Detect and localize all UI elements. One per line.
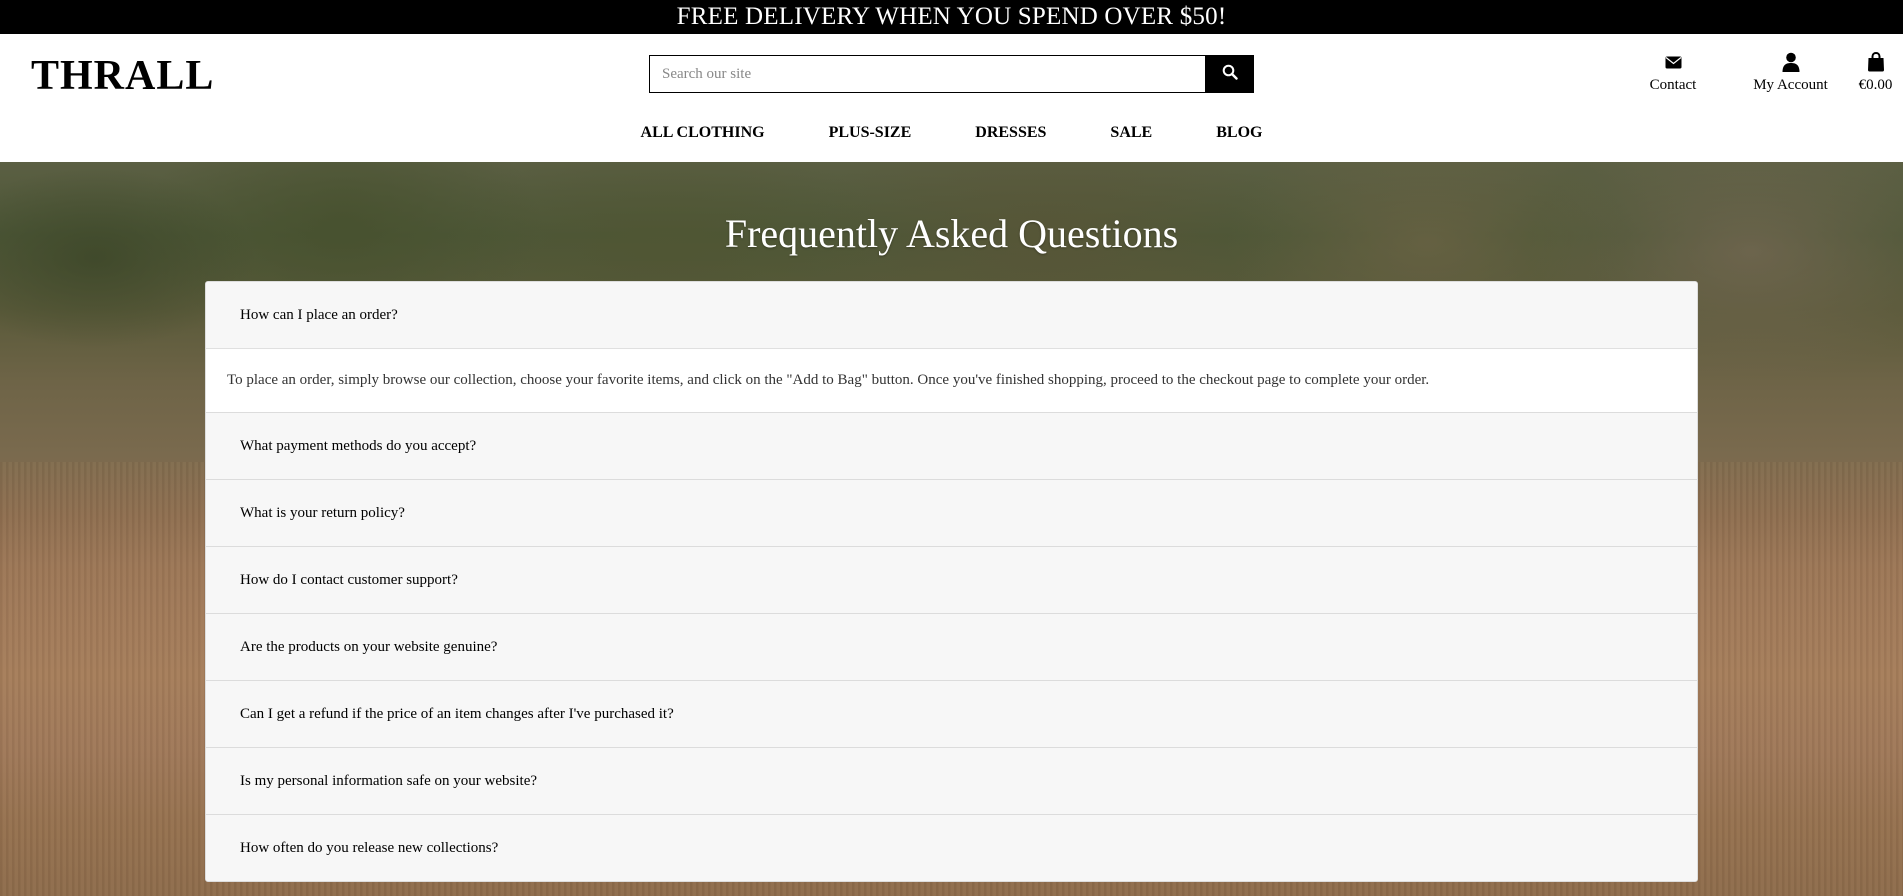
search-bar [649,55,1254,93]
user-icon [1782,51,1800,73]
faq-item: Are the products on your website genuine… [206,614,1697,681]
faq-item: What payment methods do you accept? [206,413,1697,480]
faq-item: How often do you release new collections… [206,815,1697,881]
faq-question[interactable]: Can I get a refund if the price of an it… [206,681,1697,747]
shopping-bag-icon [1867,51,1885,73]
envelope-icon [1665,51,1682,73]
nav-item-dresses[interactable]: DRESSES [943,124,1078,142]
nav-item-sale[interactable]: SALE [1078,124,1184,142]
faq-question[interactable]: How do I contact customer support? [206,547,1697,613]
main-nav: ALL CLOTHING PLUS-SIZE DRESSES SALE BLOG [0,124,1903,142]
bag-total-label: €0.00 [1858,77,1893,93]
site-logo[interactable]: THRALL [31,52,214,100]
faq-item: What is your return policy? [206,480,1697,547]
faq-question[interactable]: How often do you release new collections… [206,815,1697,881]
search-input[interactable] [649,55,1205,93]
faq-item: Can I get a refund if the price of an it… [206,681,1697,748]
hero-background: Frequently Asked Questions How can I pla… [0,162,1903,896]
faq-question[interactable]: What payment methods do you accept? [206,413,1697,479]
nav-item-blog[interactable]: BLOG [1184,124,1294,142]
search-icon [1222,64,1238,85]
promo-bar: FREE DELIVERY WHEN YOU SPEND OVER $50! [0,0,1903,34]
faq-question[interactable]: Is my personal information safe on your … [206,748,1697,814]
search-button[interactable] [1205,55,1254,93]
faq-item: How can I place an order? To place an or… [206,282,1697,413]
contact-link[interactable]: Contact [1618,51,1728,94]
faq-item: How do I contact customer support? [206,547,1697,614]
faq-item: Is my personal information safe on your … [206,748,1697,815]
faq-question[interactable]: Are the products on your website genuine… [206,614,1697,680]
faq-accordion: How can I place an order? To place an or… [205,281,1698,882]
contact-label: Contact [1649,77,1697,93]
page-title: Frequently Asked Questions [724,211,1179,256]
faq-answer: To place an order, simply browse our col… [206,348,1697,412]
faq-question[interactable]: What is your return policy? [206,480,1697,546]
promo-text: FREE DELIVERY WHEN YOU SPEND OVER $50! [676,3,1227,30]
nav-item-plus-size[interactable]: PLUS-SIZE [797,124,944,142]
nav-item-all-clothing[interactable]: ALL CLOTHING [609,124,797,142]
my-account-link[interactable]: My Account [1728,51,1853,94]
site-header: THRALL Contact [0,34,1903,162]
shopping-bag-link[interactable]: €0.00 [1848,51,1903,94]
faq-question[interactable]: How can I place an order? [206,282,1697,348]
my-account-label: My Account [1753,77,1828,93]
